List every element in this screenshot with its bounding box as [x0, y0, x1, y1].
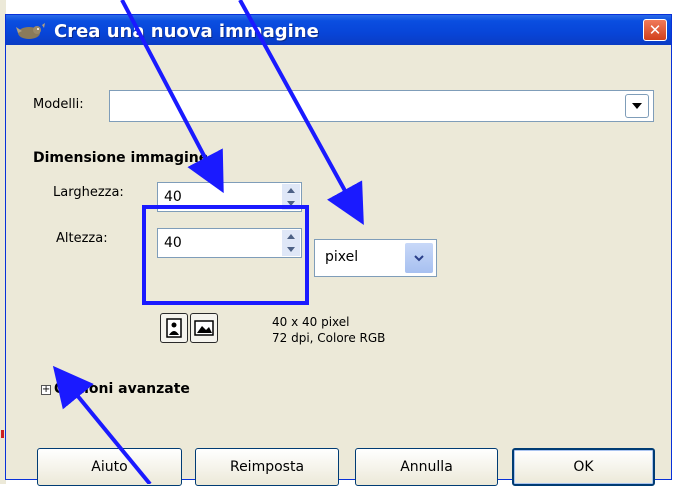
- arrow-to-size-fields: [120, 0, 224, 194]
- arrow-to-advanced-options: [52, 365, 152, 484]
- annotation-arrows: [52, 0, 364, 484]
- arrow-to-unit-select: [238, 0, 364, 226]
